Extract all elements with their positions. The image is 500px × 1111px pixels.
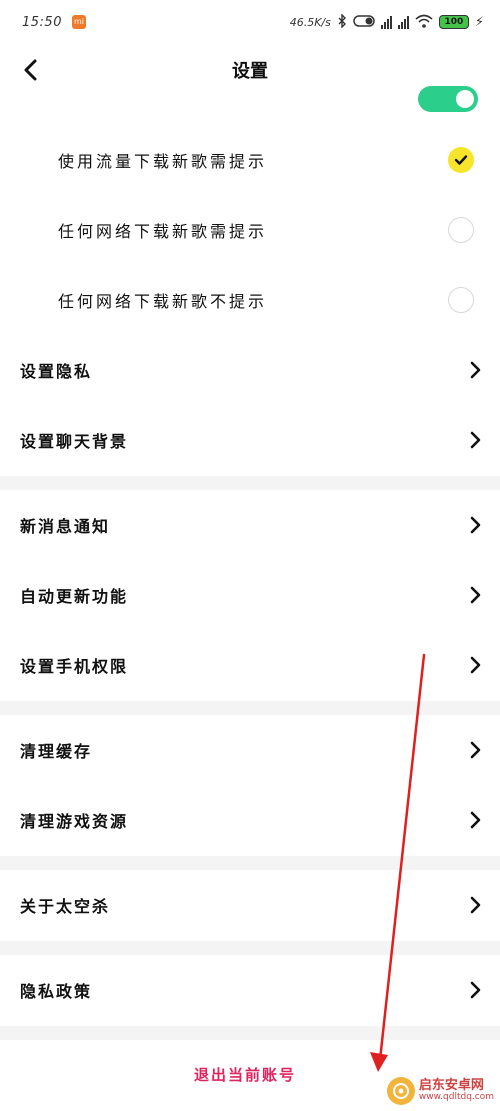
watermark-url: www.qdltdq.com xyxy=(418,1092,494,1103)
section-divider xyxy=(0,941,500,955)
menu-item-clear-cache[interactable]: 清理缓存 xyxy=(0,715,500,785)
signal-hd-icon xyxy=(380,15,392,29)
chevron-right-icon xyxy=(470,586,481,604)
watermark-name: 启东安卓网 xyxy=(418,1077,484,1093)
vibrate-icon xyxy=(353,14,375,30)
option-label: 任何网络下载新歌需提示 xyxy=(58,222,268,241)
radio-unchecked-icon[interactable] xyxy=(448,217,474,243)
status-time: 15:50 xyxy=(22,14,62,30)
menu-item-label: 新消息通知 xyxy=(20,517,111,536)
menu-item-clear-game-resources[interactable]: 清理游戏资源 xyxy=(0,785,500,855)
menu-item-label: 自动更新功能 xyxy=(20,587,129,606)
chevron-right-icon xyxy=(470,741,481,759)
menu-item-label: 清理缓存 xyxy=(20,742,93,761)
menu-item-privacy-policy[interactable]: 隐私政策 xyxy=(0,955,500,1025)
download-option-any-prompt[interactable]: 任何网络下载新歌需提示 xyxy=(0,195,500,265)
signal-icon xyxy=(397,15,409,29)
section-divider xyxy=(0,856,500,870)
download-option-metered[interactable]: 使用流量下载新歌需提示 xyxy=(0,125,500,195)
download-option-any-no-prompt[interactable]: 任何网络下载新歌不提示 xyxy=(0,265,500,335)
option-label: 任何网络下载新歌不提示 xyxy=(58,292,268,311)
chevron-right-icon xyxy=(470,981,481,999)
chevron-right-icon xyxy=(470,896,481,914)
radio-unchecked-icon[interactable] xyxy=(448,287,474,313)
watermark-logo-icon xyxy=(386,1077,415,1105)
chevron-left-icon xyxy=(24,59,37,81)
menu-item-label: 设置聊天背景 xyxy=(20,432,129,451)
menu-item-auto-update[interactable]: 自动更新功能 xyxy=(0,560,500,630)
charging-icon: ⚡ xyxy=(474,14,484,30)
battery-icon: 100 xyxy=(438,15,469,29)
back-button[interactable] xyxy=(14,54,46,86)
menu-item-chat-background[interactable]: 设置聊天背景 xyxy=(0,405,500,475)
logout-label: 退出当前账号 xyxy=(194,1066,297,1084)
status-icons: 46.5K/s 100 ⚡ xyxy=(289,12,484,31)
bluetooth-icon xyxy=(337,12,347,31)
wifi-icon xyxy=(415,14,433,31)
menu-item-label: 清理游戏资源 xyxy=(20,812,129,831)
menu-item-label: 设置手机权限 xyxy=(20,657,129,676)
chevron-right-icon xyxy=(470,656,481,674)
menu-item-label: 隐私政策 xyxy=(20,982,93,1001)
page-title: 设置 xyxy=(232,61,268,82)
mi-badge-icon: mi xyxy=(71,15,86,29)
chevron-right-icon xyxy=(470,361,481,379)
chevron-right-icon xyxy=(470,811,481,829)
radio-checked-icon[interactable] xyxy=(448,147,474,173)
watermark: 启东安卓网 www.qdltdq.com xyxy=(386,1077,494,1105)
section-divider xyxy=(0,701,500,715)
menu-item-phone-permissions[interactable]: 设置手机权限 xyxy=(0,630,500,700)
menu-item-privacy-settings[interactable]: 设置隐私 xyxy=(0,335,500,405)
status-bar: 15:50 mi 46.5K/s 100 ⚡ xyxy=(0,0,500,44)
chevron-right-icon xyxy=(470,431,481,449)
menu-item-label: 关于太空杀 xyxy=(20,897,111,916)
toggle-switch[interactable] xyxy=(418,86,478,112)
option-label: 使用流量下载新歌需提示 xyxy=(58,152,268,171)
menu-item-notifications[interactable]: 新消息通知 xyxy=(0,490,500,560)
net-speed: 46.5K/s xyxy=(289,15,331,29)
menu-item-label: 设置隐私 xyxy=(20,362,93,381)
menu-item-about[interactable]: 关于太空杀 xyxy=(0,870,500,940)
section-divider xyxy=(0,476,500,490)
chevron-right-icon xyxy=(470,516,481,534)
